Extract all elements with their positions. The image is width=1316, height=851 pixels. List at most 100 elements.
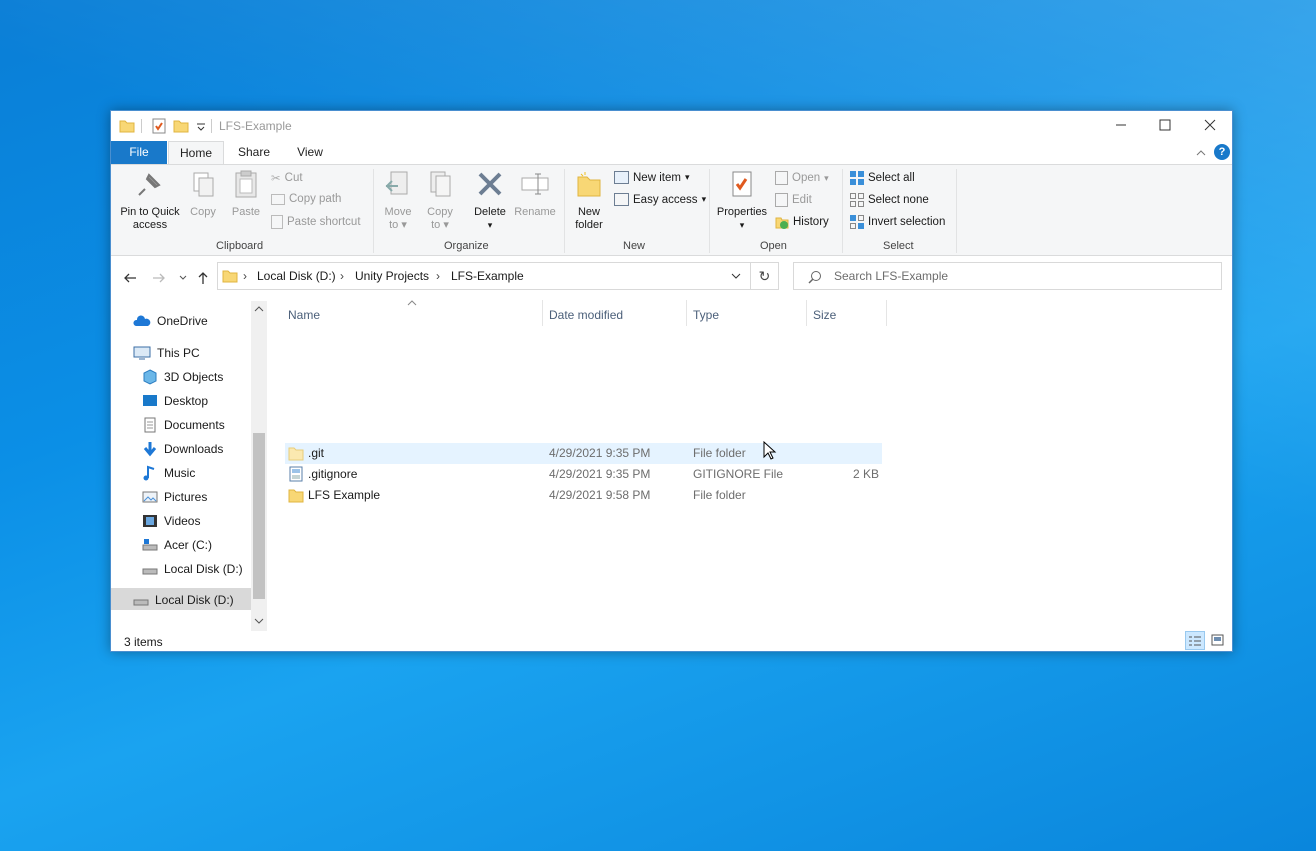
file-date: 4/29/2021 9:35 PM: [549, 446, 651, 460]
tab-view[interactable]: View: [284, 141, 336, 164]
column-header-name[interactable]: Name: [288, 308, 320, 322]
tab-share[interactable]: Share: [228, 141, 280, 164]
ribbon-separator: [842, 169, 843, 253]
chevron-down-icon[interactable]: [195, 118, 207, 134]
scroll-up-icon[interactable]: [254, 305, 264, 313]
select-none-label: Select none: [868, 194, 929, 206]
pin-icon: [138, 173, 161, 196]
new-folder-icon[interactable]: [173, 118, 189, 134]
nav-item-onedrive[interactable]: OneDrive: [133, 311, 208, 331]
nav-item-this-pc[interactable]: This PC: [133, 343, 200, 363]
address-dropdown-icon[interactable]: [730, 272, 742, 282]
nav-item-local-disk-d[interactable]: Local Disk (D:): [142, 559, 243, 579]
paste-shortcut-label: Paste shortcut: [287, 216, 361, 228]
address-box[interactable]: › Local Disk (D:) › Unity Projects › LFS…: [217, 262, 751, 290]
nav-item-3d-objects[interactable]: 3D Objects: [142, 367, 223, 387]
column-header-type[interactable]: Type: [693, 308, 719, 322]
nav-item-pictures[interactable]: Pictures: [142, 487, 207, 507]
delete-dropdown-arrow[interactable]: ▾: [469, 219, 511, 232]
nav-item-downloads[interactable]: Downloads: [142, 439, 223, 459]
ribbon-separator: [564, 169, 565, 253]
search-icon: [808, 271, 821, 284]
pin-to-quick-access-button[interactable]: Pin to Quick access: [116, 169, 184, 232]
nav-scrollbar[interactable]: [251, 301, 267, 631]
table-row[interactable]: .git 4/29/2021 9:35 PM File folder: [285, 443, 882, 464]
divider: [211, 119, 212, 133]
properties-check-icon[interactable]: [151, 118, 167, 134]
column-header-date-modified[interactable]: Date modified: [549, 308, 623, 322]
copy-path-button[interactable]: Copy path: [271, 193, 341, 205]
nav-item-desktop[interactable]: Desktop: [142, 391, 208, 411]
nav-item-music[interactable]: Music: [142, 463, 195, 483]
help-icon[interactable]: ?: [1214, 144, 1230, 160]
paste-shortcut-button[interactable]: Paste shortcut: [271, 215, 361, 229]
tab-home[interactable]: Home: [168, 141, 224, 164]
copy-to-button[interactable]: Copy to ▾: [421, 169, 459, 232]
new-folder-icon: [577, 172, 601, 197]
cut-button[interactable]: ✂ Cut: [271, 171, 303, 185]
nav-label: This PC: [157, 346, 200, 360]
maximize-icon: [1159, 119, 1171, 131]
nav-label: OneDrive: [157, 314, 208, 328]
history-button[interactable]: History: [775, 215, 829, 229]
breadcrumb-lfs-example[interactable]: LFS-Example: [451, 269, 524, 283]
edit-button[interactable]: Edit: [775, 193, 812, 207]
details-view-button[interactable]: [1185, 631, 1205, 650]
nav-item-local-disk-d-root[interactable]: Local Disk (D:): [133, 590, 234, 610]
column-header-size[interactable]: Size: [813, 308, 836, 322]
file-date: 4/29/2021 9:35 PM: [549, 467, 651, 481]
new-folder-button[interactable]: New folder: [569, 169, 609, 232]
breadcrumb-unity-projects[interactable]: Unity Projects: [355, 269, 429, 283]
scrollbar-thumb[interactable]: [253, 433, 265, 599]
new-item-label: New item: [633, 171, 681, 184]
tab-file[interactable]: File: [111, 141, 167, 164]
large-icons-view-button[interactable]: [1208, 631, 1228, 650]
select-none-button[interactable]: Select none: [850, 193, 929, 207]
recent-locations-icon[interactable]: [178, 273, 188, 283]
ribbon-separator: [956, 169, 957, 253]
up-arrow-icon[interactable]: [196, 271, 210, 285]
breadcrumb-local-disk[interactable]: Local Disk (D:): [257, 269, 336, 283]
properties-button[interactable]: Properties ▾: [714, 169, 770, 232]
copy-button[interactable]: Copy: [185, 169, 221, 219]
collapse-ribbon-icon[interactable]: [1195, 148, 1207, 158]
select-all-button[interactable]: Select all: [850, 171, 915, 185]
delete-button[interactable]: Delete ▾: [469, 169, 511, 232]
properties-label: Properties: [716, 206, 768, 218]
rename-button[interactable]: Rename: [513, 169, 557, 219]
rename-icon: [521, 173, 549, 195]
back-arrow-icon[interactable]: [123, 271, 137, 285]
mouse-cursor-icon: [763, 441, 777, 460]
search-input[interactable]: Search LFS-Example: [793, 262, 1222, 290]
file-name: .gitignore: [308, 467, 358, 481]
open-button[interactable]: Open ▾: [775, 171, 829, 185]
new-item-button[interactable]: New item ▾: [614, 171, 689, 184]
select-group-label: Select: [883, 240, 914, 252]
nav-item-acer-c[interactable]: Acer (C:): [142, 535, 212, 555]
column-divider: [806, 300, 807, 326]
table-row[interactable]: .gitignore 4/29/2021 9:35 PM GITIGNORE F…: [285, 464, 882, 485]
invert-selection-button[interactable]: Invert selection: [850, 215, 945, 229]
properties-dropdown-arrow[interactable]: ▾: [714, 219, 770, 232]
scroll-down-icon[interactable]: [254, 617, 264, 625]
close-button[interactable]: [1187, 111, 1232, 139]
nav-item-documents[interactable]: Documents: [142, 415, 225, 435]
paste-label: Paste: [231, 206, 261, 218]
file-name: LFS Example: [308, 488, 381, 502]
minimize-button[interactable]: [1098, 111, 1144, 139]
paste-button[interactable]: Paste: [227, 169, 265, 219]
move-to-button[interactable]: Move to ▾: [379, 169, 417, 232]
forward-arrow-icon[interactable]: [152, 271, 166, 285]
copy-to-icon: [430, 171, 451, 197]
delete-label: Delete: [474, 206, 506, 218]
easy-access-button[interactable]: Easy access ▾: [614, 193, 706, 206]
nav-item-videos[interactable]: Videos: [142, 511, 200, 531]
table-row[interactable]: LFS Example 4/29/2021 9:58 PM File folde…: [285, 485, 882, 506]
maximize-button[interactable]: [1142, 111, 1188, 139]
refresh-icon[interactable]: ↻: [751, 262, 779, 290]
folder-icon: [119, 120, 135, 133]
nav-label: Music: [164, 466, 196, 480]
clipboard-group-label: Clipboard: [216, 240, 264, 252]
nav-label: Videos: [164, 514, 201, 528]
drive-d-icon: [133, 599, 149, 606]
